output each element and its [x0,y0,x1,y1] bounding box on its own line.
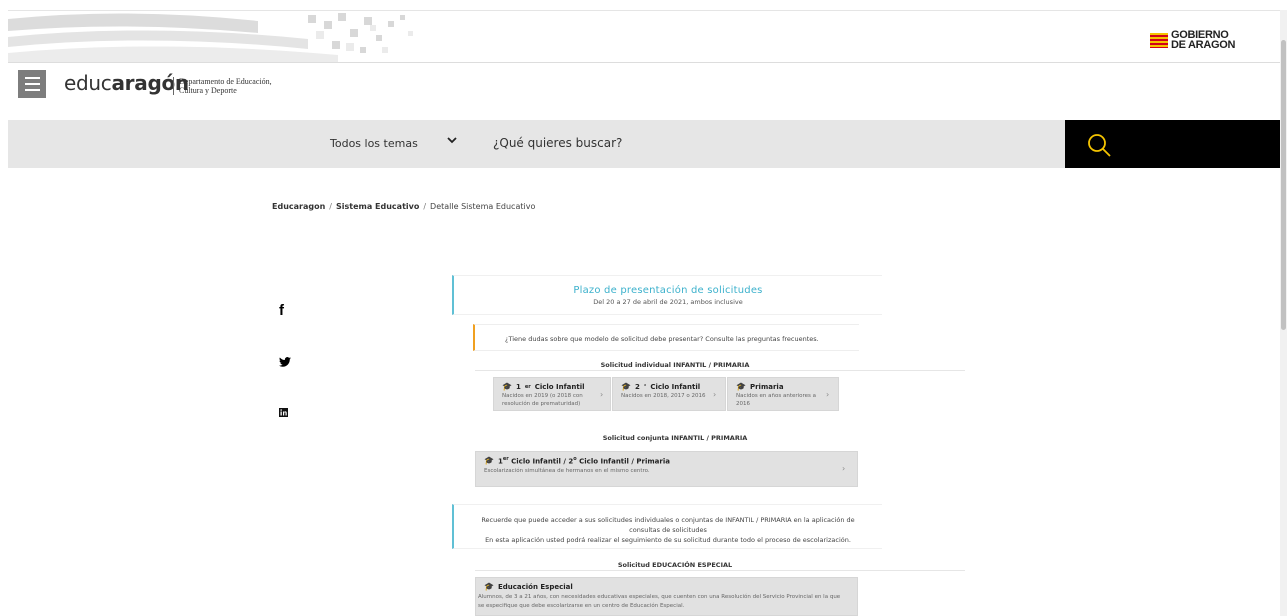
card-desc: Nacidos en años anteriores a [736,393,817,399]
graduation-cap-icon: 🎓 [502,382,512,391]
graduation-cap-icon: 🎓 [621,382,631,391]
card-title-c: Ciclo Infantil / Primaria [576,457,670,466]
breadcrumb-separator: / [423,202,427,211]
aragon-flag-icon [1150,32,1168,48]
joint-section-title: Solicitud conjunta INFANTIL / PRIMARIA [602,434,748,442]
card-prefix: 2 [634,382,640,391]
search-input[interactable]: ¿Qué quieres buscar? [493,136,622,150]
card-desc: Nacidos en 2019 (o 2018 con [502,393,583,399]
breadcrumb-educaragon[interactable]: Educaragon [272,202,325,211]
card-prefix: 1 [515,382,521,391]
banner-decoration [8,13,413,62]
gov-logo-line2: DE ARAGON [1171,39,1236,51]
gobierno-aragon-logo[interactable]: GOBIERNO DE ARAGON [1150,30,1236,51]
divider [475,370,965,371]
topics-dropdown[interactable]: Todos los temas [330,137,418,150]
page: GOBIERNO DE ARAGON educaragón Departamen… [0,0,1287,616]
card-desc: Alumnos, de 3 a 21 años, con necesidades… [478,594,841,600]
card-segundo-ciclo-infantil[interactable]: 🎓 2 ° Ciclo Infantil Nacidos en 2018, 2017 … [612,377,726,411]
search-icon [1088,134,1111,157]
reminder-box: Recuerde que puede acceder a sus solicit… [452,504,882,549]
card-title: Educación Especial [497,582,573,591]
graduation-cap-icon: 🎓 [736,382,746,391]
site-header: educaragón Departamento de Educación, Cu… [8,62,1280,120]
facebook-icon[interactable]: f [279,302,284,319]
department-name: Departamento de Educación, Cultura y Dep… [173,77,272,95]
plazo-box: Plazo de presentación de solicitudes Del… [452,275,882,315]
card-title: Ciclo Infantil [650,382,701,391]
card-title: Primaria [749,382,784,391]
card-conjunta[interactable]: 🎓 1er Ciclo Infantil / 2o Ciclo Infantil … [475,451,858,487]
chevron-right-icon: › [713,390,717,399]
card-title: Ciclo Infantil [534,382,585,391]
card-sup: er [524,383,531,390]
chevron-right-icon: › [842,464,846,473]
scrollbar[interactable] [1280,10,1287,616]
faq-notice[interactable]: ¿Tiene dudas sobre que modelo de solicit… [473,324,859,351]
hamburger-menu-button[interactable] [18,70,46,98]
card-educacion-especial[interactable]: 🎓 Educación Especial Alumnos, de 3 a 21 a… [475,577,858,616]
card-desc: Escolarización simultánea de hermanos en… [484,468,650,474]
dept-line2: Cultura y Deporte [179,86,237,95]
educaragon-logo[interactable]: educaragón [64,71,189,95]
chevron-right-icon: › [600,390,604,399]
card-desc: resolución de prematuridad) [502,401,581,407]
divider [475,570,965,571]
linkedin-icon[interactable] [279,402,288,421]
scrollbar-thumb[interactable] [1281,40,1286,330]
twitter-icon[interactable] [279,352,291,371]
graduation-cap-icon: 🎓 [484,582,494,591]
top-banner: GOBIERNO DE ARAGON [8,10,1280,62]
consultas-link[interactable]: consultas de solicitudes [454,525,882,535]
search-bar: Todos los temas ¿Qué quieres buscar? [8,120,1280,168]
reminder-line3: En esta aplicación usted podrá realizar … [485,536,851,544]
plazo-title: Plazo de presentación de solicitudes [573,285,763,296]
card-sup: ° [643,383,647,390]
breadcrumb-current: Detalle Sistema Educativo [430,202,536,211]
card-primer-ciclo-infantil[interactable]: 🎓 1 er Ciclo Infantil Nacidos en 2019 (o 20… [493,377,611,411]
special-section-title: Solicitud EDUCACIÓN ESPECIAL [617,561,733,569]
search-button[interactable] [1065,120,1280,168]
card-desc: se especifique que debe escolarizarse en… [478,603,685,609]
chevron-down-icon[interactable] [446,134,458,150]
chevron-right-icon: › [826,390,830,399]
individual-section-title: Solicitud individual INFANTIL / PRIMARIA [600,361,750,369]
brand-regular: educ [64,71,112,95]
reminder-line1: Recuerde que puede acceder a sus solicit… [481,516,855,524]
card-desc: Nacidos en 2018, 2017 o 2016 [621,393,706,399]
dept-line1: Departamento de Educación, [179,77,272,86]
graduation-cap-icon: 🎓 [484,456,494,466]
card-primaria[interactable]: 🎓 Primaria Nacidos en años anteriores a 2… [727,377,839,411]
breadcrumb-sistema-educativo[interactable]: Sistema Educativo [336,202,419,211]
card-desc: 2016 [736,401,750,407]
breadcrumb: Educaragon / Sistema Educativo / Detalle Sis… [272,202,535,211]
card-title-b: Ciclo Infantil / 2 [508,457,574,466]
plazo-subtitle: Del 20 a 27 de abril de 2021, ambos incl… [593,298,743,306]
breadcrumb-separator: / [329,202,332,211]
